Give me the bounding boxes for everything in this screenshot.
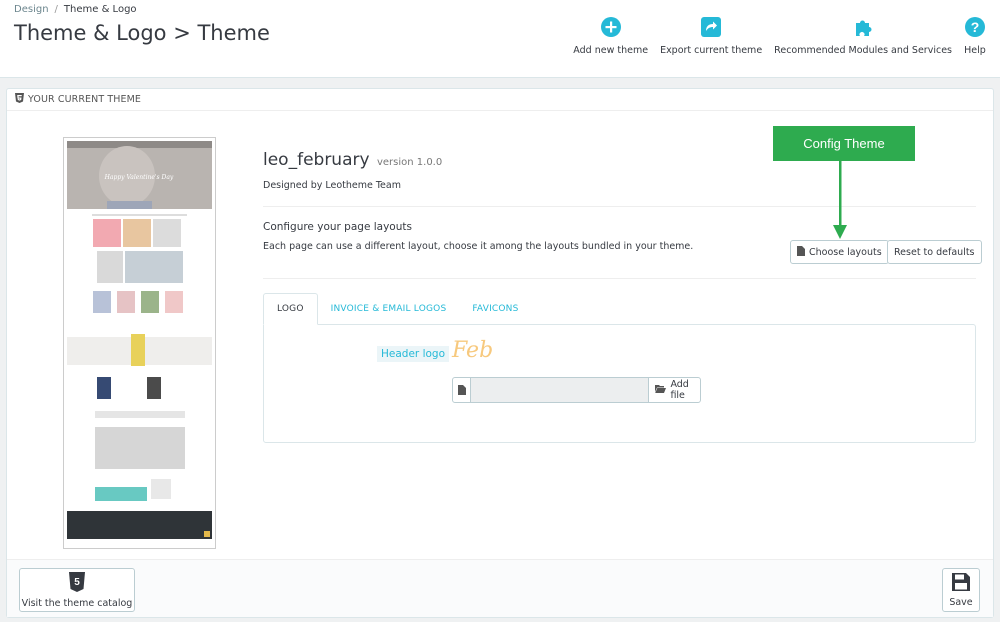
add-new-theme-label: Add new theme xyxy=(573,45,649,56)
theme-preview-image: Happy Valentine's Day xyxy=(63,137,216,549)
add-file-button[interactable]: Add file xyxy=(648,378,700,402)
header-logo-image: Feb xyxy=(452,338,494,363)
theme-preview-mockup: Happy Valentine's Day xyxy=(67,141,212,545)
breadcrumb: Design / Theme & Logo xyxy=(14,4,137,15)
header-logo-label: Header logo xyxy=(377,346,449,362)
preview-banner-text: Happy Valentine's Day xyxy=(104,174,174,181)
layouts-description: Each page can use a different layout, ch… xyxy=(263,241,694,252)
puzzle-icon xyxy=(852,16,874,38)
theme-name: leo_february version 1.0.0 xyxy=(263,150,442,170)
html5-icon xyxy=(15,93,24,106)
theme-name-text: leo_february xyxy=(263,150,370,170)
annotation-arrow-icon xyxy=(833,161,847,244)
file-icon xyxy=(797,245,805,259)
breadcrumb-parent[interactable]: Design xyxy=(14,4,49,15)
theme-author: Designed by Leotheme Team xyxy=(263,180,401,191)
layouts-title: Configure your page layouts xyxy=(263,221,412,233)
panel-footer xyxy=(7,559,993,617)
page-header: Design / Theme & Logo Theme & Logo > Theme… xyxy=(0,0,1000,78)
help-icon: ? xyxy=(964,16,986,38)
tab-logo[interactable]: LOGO xyxy=(263,293,318,325)
visit-theme-catalog-button[interactable]: 5 Visit the theme catalog xyxy=(19,568,135,612)
tab-invoice-email-logos[interactable]: INVOICE & EMAIL LOGOS xyxy=(318,293,460,325)
reset-defaults-label: Reset to defaults xyxy=(894,246,975,258)
divider xyxy=(263,278,976,279)
save-label: Save xyxy=(949,596,973,608)
save-button[interactable]: Save xyxy=(942,568,980,612)
toolbar: Add new theme Export current theme Recom… xyxy=(567,16,992,56)
config-theme-annotation: Config Theme xyxy=(773,126,915,161)
divider xyxy=(263,206,976,207)
page-title: Theme & Logo > Theme xyxy=(14,21,270,45)
choose-layouts-label: Choose layouts xyxy=(809,246,882,258)
breadcrumb-separator: / xyxy=(54,4,58,15)
logo-tab-content: Header logo Feb Add file xyxy=(263,324,976,443)
tab-favicons[interactable]: FAVICONS xyxy=(459,293,531,325)
floppy-disk-icon xyxy=(952,572,970,594)
file-upload: Add file xyxy=(452,377,701,403)
reset-defaults-button[interactable]: Reset to defaults xyxy=(887,240,982,264)
svg-text:?: ? xyxy=(971,19,980,35)
current-theme-panel: YOUR CURRENT THEME Happy Valentine's Day xyxy=(6,88,994,618)
folder-open-icon xyxy=(655,384,667,396)
add-file-label: Add file xyxy=(670,379,689,401)
add-new-theme-button[interactable]: Add new theme xyxy=(567,16,654,56)
export-theme-label: Export current theme xyxy=(660,45,763,56)
panel-heading: YOUR CURRENT THEME xyxy=(7,89,993,111)
breadcrumb-current: Theme & Logo xyxy=(63,4,137,15)
logo-tabs: LOGO INVOICE & EMAIL LOGOS FAVICONS xyxy=(263,293,532,325)
add-circle-icon xyxy=(600,16,622,38)
file-icon xyxy=(453,378,472,402)
export-icon xyxy=(700,16,722,38)
help-button[interactable]: ? Help xyxy=(958,16,992,56)
recommended-modules-button[interactable]: Recommended Modules and Services xyxy=(768,16,958,56)
html5-icon: 5 xyxy=(69,571,85,595)
file-path-input[interactable] xyxy=(471,378,649,402)
panel-heading-text: YOUR CURRENT THEME xyxy=(28,94,142,105)
export-theme-button[interactable]: Export current theme xyxy=(654,16,768,56)
svg-text:5: 5 xyxy=(74,577,80,588)
theme-version: version 1.0.0 xyxy=(376,157,443,168)
help-label: Help xyxy=(964,45,986,56)
visit-theme-catalog-label: Visit the theme catalog xyxy=(21,597,133,609)
recommended-modules-label: Recommended Modules and Services xyxy=(774,45,952,56)
